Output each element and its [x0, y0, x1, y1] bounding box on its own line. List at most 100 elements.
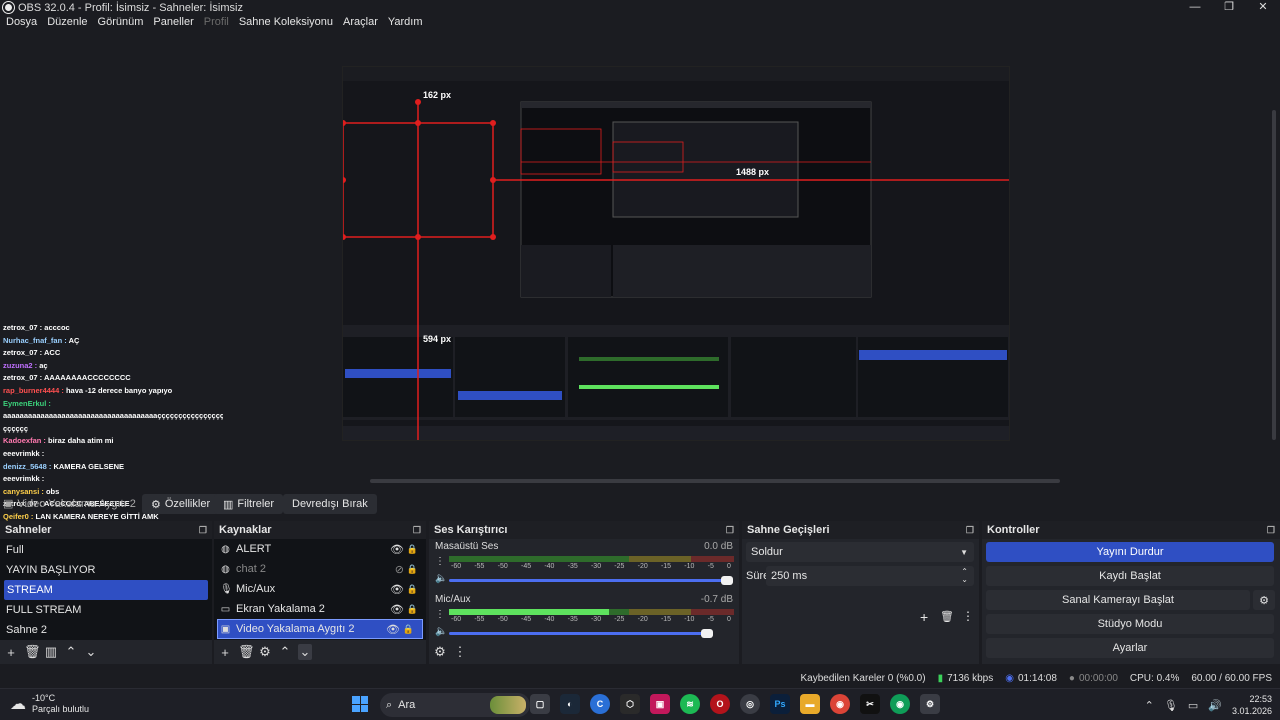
settings-gear-icon[interactable]: ⚙	[920, 694, 940, 714]
move-down-icon[interactable]: ⌄	[84, 644, 98, 660]
source-properties-icon[interactable]: ⚙	[258, 644, 272, 660]
remove-scene-icon[interactable]: 🗑	[24, 644, 41, 660]
virtual-camera-button[interactable]: Sanal Kamerayı Başlat	[986, 590, 1250, 610]
visibility-eye-icon[interactable]: 👁	[386, 623, 400, 636]
add-scene-icon[interactable]: +	[4, 645, 18, 660]
undock-icon[interactable]: ❐	[726, 525, 734, 536]
chat-message: eeevrimkk :	[3, 473, 223, 486]
move-down-icon[interactable]: ⌄	[298, 644, 312, 660]
gear-icon: ⚙	[1259, 594, 1269, 607]
close-button[interactable]: ✕	[1246, 0, 1280, 15]
chrome-icon[interactable]: ◉	[830, 694, 850, 714]
scene-item-stream[interactable]: STREAM	[4, 580, 208, 600]
epic-games-icon[interactable]: ⬡	[620, 694, 640, 714]
source-item-alert[interactable]: ◍ ALERT 👁 🔒	[214, 539, 426, 559]
desktop-volume-slider[interactable]	[449, 576, 733, 585]
remove-source-icon[interactable]: 🗑	[238, 644, 255, 660]
settings-button[interactable]: Ayarlar	[986, 638, 1274, 658]
visibility-hidden-icon[interactable]: ⊘	[395, 563, 404, 576]
photos-icon[interactable]: ▣	[650, 694, 670, 714]
spotify-icon[interactable]: ≋	[680, 694, 700, 714]
steam-icon[interactable]: ◐	[560, 694, 580, 714]
visibility-eye-icon[interactable]: 👁	[390, 603, 404, 616]
undock-icon[interactable]: ❐	[199, 525, 207, 536]
duration-spinbox[interactable]: 250 ms ⌃ ⌄	[766, 566, 974, 586]
volume-knob[interactable]	[721, 576, 733, 585]
kebab-menu-icon[interactable]: ⋮	[435, 556, 445, 567]
visibility-eye-icon[interactable]: 👁	[390, 543, 404, 556]
photoshop-icon[interactable]: Ps	[770, 694, 790, 714]
mic-volume-slider[interactable]	[449, 629, 714, 638]
source-item-chat-2[interactable]: ◍ chat 2 ⊘ 🔒	[214, 559, 426, 579]
speaker-icon[interactable]: 🔈	[435, 626, 447, 637]
microphone-icon[interactable]: 🎙	[1164, 699, 1178, 712]
deactivate-button[interactable]: Devredışı Bırak	[283, 494, 377, 514]
lock-icon[interactable]: 🔒	[407, 604, 418, 615]
weather-widget[interactable]: ☁ -10°C Parçalı bulutlu	[10, 693, 89, 715]
undock-icon[interactable]: ❐	[966, 525, 974, 536]
menu-view[interactable]: Görünüm	[98, 16, 144, 32]
minimize-button[interactable]: —	[1178, 0, 1212, 15]
transition-select[interactable]: Soldur ▼	[746, 542, 974, 562]
chat-message: eeevrimkk :	[3, 448, 223, 461]
menu-profile[interactable]: Profil	[204, 16, 229, 32]
spin-arrows-icon[interactable]: ⌃ ⌄	[961, 568, 968, 584]
lock-icon[interactable]: 🔒	[407, 544, 418, 555]
visibility-eye-icon[interactable]: 👁	[390, 583, 404, 596]
move-up-icon[interactable]: ⌃	[64, 644, 78, 660]
menu-help[interactable]: Yardım	[388, 16, 423, 32]
menu-file[interactable]: Dosya	[6, 16, 37, 32]
maximize-button[interactable]: ❐	[1212, 0, 1246, 15]
scene-item-full[interactable]: Full	[0, 540, 212, 560]
speaker-icon[interactable]: 🔈	[435, 573, 447, 584]
source-item-ekran-yakalama-2[interactable]: ▭ Ekran Yakalama 2 👁 🔒	[214, 599, 426, 619]
menu-edit[interactable]: Düzenle	[47, 16, 87, 32]
task-view-icon[interactable]: ▢	[530, 694, 550, 714]
undock-icon[interactable]: ❐	[413, 525, 421, 536]
source-item-mic-aux[interactable]: 🎙 Mic/Aux 👁 🔒	[214, 579, 426, 599]
network-icon[interactable]: ▭	[1188, 699, 1198, 712]
kebab-menu-icon[interactable]: ⋮	[435, 609, 445, 620]
volume-icon[interactable]: 🔊	[1208, 699, 1222, 712]
move-up-icon[interactable]: ⌃	[278, 644, 292, 660]
menu-tools[interactable]: Araçlar	[343, 16, 378, 32]
properties-button[interactable]: ⚙ Özellikler	[142, 494, 220, 514]
obs-icon[interactable]: ◎	[740, 694, 760, 714]
studio-mode-button[interactable]: Stüdyo Modu	[986, 614, 1274, 634]
filters-button[interactable]: ▥ Filtreler	[214, 494, 284, 514]
transitions-dock: Sahne Geçişleri ❐ Soldur ▼ Süre 250 ms ⌃…	[742, 521, 979, 664]
stop-stream-button[interactable]: Yayını Durdur	[986, 542, 1274, 562]
file-explorer-icon[interactable]: ▬	[800, 694, 820, 714]
windows-start-icon[interactable]	[352, 696, 368, 712]
preview-vertical-scrollbar[interactable]	[1272, 110, 1276, 440]
advanced-audio-icon[interactable]: ⚙	[433, 644, 447, 660]
add-transition-icon[interactable]: +	[920, 609, 928, 625]
clock[interactable]: 22:53 3.01.2026	[1232, 693, 1272, 717]
lock-icon[interactable]: 🔒	[407, 584, 418, 595]
scene-filters-icon[interactable]: ▥	[44, 644, 58, 660]
kebab-menu-icon[interactable]: ⋮	[453, 644, 467, 660]
copilot-icon[interactable]: C	[590, 694, 610, 714]
scene-item-full-stream[interactable]: FULL STREAM	[0, 600, 212, 620]
virtual-camera-settings-button[interactable]: ⚙	[1253, 590, 1275, 610]
scene-item-sahne-2[interactable]: Sahne 2	[0, 620, 212, 640]
menu-scene-collection[interactable]: Sahne Koleksiyonu	[239, 16, 333, 32]
menu-docks[interactable]: Paneller	[153, 16, 193, 32]
opera-icon[interactable]: O	[710, 694, 730, 714]
preview-horizontal-scrollbar[interactable]	[370, 479, 1060, 483]
chrome-profile-icon[interactable]: ◉	[890, 694, 910, 714]
preview-canvas[interactable]: 162 px 1488 px 594 px	[342, 66, 1010, 441]
remove-transition-icon[interactable]: 🗑	[940, 610, 954, 623]
chevron-up-icon[interactable]: ⌃	[1145, 699, 1154, 712]
add-source-icon[interactable]: +	[218, 645, 232, 660]
lock-icon[interactable]: 🔒	[407, 564, 418, 575]
start-record-button[interactable]: Kaydı Başlat	[986, 566, 1274, 586]
lock-icon[interactable]: 🔒	[403, 624, 414, 635]
scene-item-yayin-basliyor[interactable]: YAYIN BAŞLIYOR	[0, 560, 212, 580]
capcut-icon[interactable]: ✂	[860, 694, 880, 714]
taskbar-search[interactable]: ⌕ Ara	[380, 693, 530, 717]
volume-knob[interactable]	[701, 629, 714, 638]
undock-icon[interactable]: ❐	[1267, 525, 1275, 536]
source-item-video-yakalama-aygiti-2[interactable]: ▣ Video Yakalama Aygıtı 2 👁 🔒	[217, 619, 423, 639]
kebab-menu-icon[interactable]: ⋮	[962, 609, 974, 623]
